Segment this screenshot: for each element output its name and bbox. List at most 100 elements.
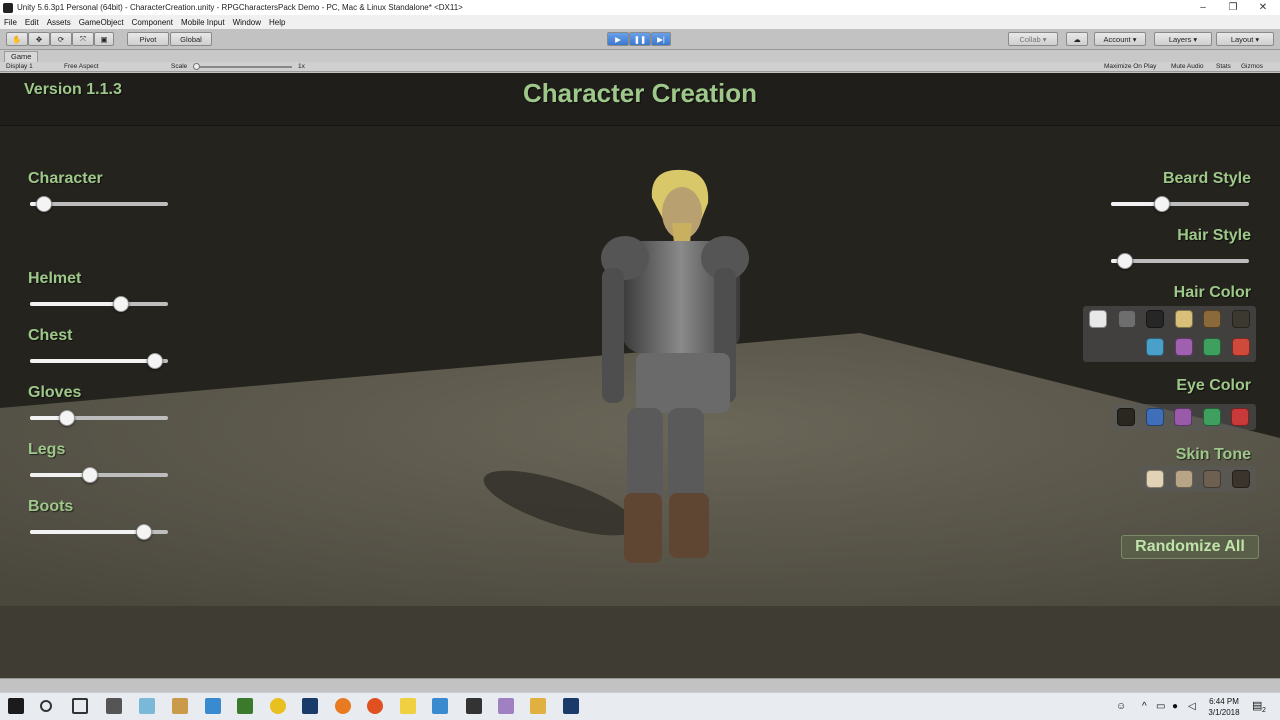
hair-color-swatch[interactable] xyxy=(1232,338,1250,356)
collab-dropdown[interactable]: Collab ▾ xyxy=(1008,32,1058,46)
helmet-slider-fill xyxy=(30,302,121,306)
hair-style-label: Hair Style xyxy=(1177,227,1251,244)
menu-file[interactable]: File xyxy=(4,18,17,27)
eye-color-swatch[interactable] xyxy=(1117,408,1135,426)
scale-slider-thumb[interactable] xyxy=(193,63,200,70)
beard-style-slider[interactable] xyxy=(1111,196,1249,212)
gloves-slider-thumb[interactable] xyxy=(59,410,75,426)
hair-color-swatch[interactable] xyxy=(1118,310,1136,328)
character-slider-thumb[interactable] xyxy=(36,196,52,212)
eye-color-swatch[interactable] xyxy=(1146,408,1164,426)
skin-tone-swatch[interactable] xyxy=(1232,470,1250,488)
clock-time[interactable]: 6:44 PM xyxy=(1208,697,1240,706)
character-slider[interactable] xyxy=(30,196,168,212)
calculator-icon[interactable] xyxy=(106,698,122,714)
hair-color-swatch[interactable] xyxy=(1175,338,1193,356)
skin-tone-swatch[interactable] xyxy=(1175,470,1193,488)
unity-taskbar-icon[interactable] xyxy=(466,698,482,714)
maximize-button[interactable]: ❐ xyxy=(1218,0,1248,15)
boots-slider[interactable] xyxy=(30,524,168,540)
eye-color-swatch[interactable] xyxy=(1231,408,1249,426)
menu-edit[interactable]: Edit xyxy=(25,18,39,27)
hair-color-swatch[interactable] xyxy=(1203,310,1221,328)
mute-audio-toggle[interactable]: Mute Audio xyxy=(1171,63,1204,70)
eye-color-swatch[interactable] xyxy=(1203,408,1221,426)
chest-slider[interactable] xyxy=(30,353,168,369)
media-player-icon[interactable] xyxy=(172,698,188,714)
pause-button[interactable]: ❚❚ xyxy=(629,32,651,46)
skin-tone-swatch[interactable] xyxy=(1203,470,1221,488)
menu-component[interactable]: Component xyxy=(132,18,173,27)
blender-icon[interactable] xyxy=(335,698,351,714)
skin-tone-swatch[interactable] xyxy=(1146,470,1164,488)
helmet-slider[interactable] xyxy=(30,296,168,312)
chest-slider-thumb[interactable] xyxy=(147,353,163,369)
notification-icon[interactable]: ▤ xyxy=(1252,699,1262,712)
game-viewport: Version 1.1.3 Character Creation Charact… xyxy=(0,73,1280,678)
menu-gameobject[interactable]: GameObject xyxy=(79,18,124,27)
file-explorer-icon[interactable] xyxy=(530,698,546,714)
hair-style-slider-thumb[interactable] xyxy=(1117,253,1133,269)
search-icon[interactable] xyxy=(40,700,52,712)
task-view-icon[interactable] xyxy=(72,698,88,714)
step-button[interactable]: ▶| xyxy=(651,32,671,46)
menu-mobile-input[interactable]: Mobile Input xyxy=(181,18,225,27)
legs-slider-thumb[interactable] xyxy=(82,467,98,483)
boots-slider-thumb[interactable] xyxy=(136,524,152,540)
hair-style-slider[interactable] xyxy=(1111,253,1249,269)
photoshop-icon[interactable] xyxy=(302,698,318,714)
close-button[interactable]: ✕ xyxy=(1248,0,1278,15)
account-dropdown[interactable]: Account ▾ xyxy=(1094,32,1146,46)
menu-window[interactable]: Window xyxy=(233,18,261,27)
rotate-tool-icon[interactable]: ⟳ xyxy=(50,32,72,46)
app-icon[interactable] xyxy=(498,698,514,714)
layers-dropdown[interactable]: Layers ▾ xyxy=(1154,32,1212,46)
menu-assets[interactable]: Assets xyxy=(47,18,71,27)
maximize-on-play-toggle[interactable]: Maximize On Play xyxy=(1104,63,1156,70)
scale-slider[interactable] xyxy=(196,66,292,68)
cloud-icon[interactable]: ☁ xyxy=(1066,32,1088,46)
hair-color-swatch[interactable] xyxy=(1146,338,1164,356)
duck-icon[interactable] xyxy=(270,698,286,714)
tray-arrow-icon[interactable]: ^ xyxy=(1142,701,1147,712)
dreamweaver-icon[interactable] xyxy=(237,698,253,714)
windows-start-icon[interactable] xyxy=(8,698,24,714)
helmet-slider-thumb[interactable] xyxy=(113,296,129,312)
app-icon[interactable] xyxy=(139,698,155,714)
hair-color-swatch[interactable] xyxy=(1175,310,1193,328)
rect-tool-icon[interactable]: ▣ xyxy=(94,32,114,46)
gizmos-toggle[interactable]: Gizmos xyxy=(1241,63,1263,70)
hand-tool-icon[interactable]: ✋ xyxy=(6,32,28,46)
hair-color-swatch[interactable] xyxy=(1089,310,1107,328)
randomize-all-button[interactable]: Randomize All xyxy=(1121,535,1259,559)
clock-date[interactable]: 3/1/2018 xyxy=(1206,708,1242,717)
gloves-slider[interactable] xyxy=(30,410,168,426)
hair-color-swatch[interactable] xyxy=(1146,310,1164,328)
menu-help[interactable]: Help xyxy=(269,18,285,27)
firefox-icon[interactable] xyxy=(367,698,383,714)
beard-style-slider-thumb[interactable] xyxy=(1154,196,1170,212)
eye-color-swatch[interactable] xyxy=(1174,408,1192,426)
legs-slider[interactable] xyxy=(30,467,168,483)
move-tool-icon[interactable]: ✥ xyxy=(28,32,50,46)
app-icon[interactable] xyxy=(432,698,448,714)
stats-toggle[interactable]: Stats xyxy=(1216,63,1231,70)
scale-tool-icon[interactable]: ⤧ xyxy=(72,32,94,46)
photoshop-icon[interactable] xyxy=(563,698,579,714)
app-icon[interactable] xyxy=(205,698,221,714)
people-icon[interactable]: ☺ xyxy=(1116,701,1126,712)
aspect-dropdown[interactable]: Free Aspect xyxy=(64,63,99,70)
layout-dropdown[interactable]: Layout ▾ xyxy=(1216,32,1274,46)
minimize-button[interactable]: – xyxy=(1188,0,1218,15)
play-button[interactable]: ▶ xyxy=(607,32,629,46)
global-toggle[interactable]: Global xyxy=(170,32,212,46)
display-dropdown[interactable]: Display 1 xyxy=(6,63,33,70)
network-icon[interactable]: ▭ xyxy=(1156,701,1165,712)
pivot-toggle[interactable]: Pivot xyxy=(127,32,169,46)
tray-app-icon[interactable]: ● xyxy=(1172,701,1178,712)
volume-icon[interactable]: ◁ xyxy=(1188,701,1196,712)
hair-color-swatch[interactable] xyxy=(1203,338,1221,356)
hair-color-swatch[interactable] xyxy=(1232,310,1250,328)
tab-game[interactable]: Game xyxy=(4,51,39,62)
sticky-notes-icon[interactable] xyxy=(400,698,416,714)
